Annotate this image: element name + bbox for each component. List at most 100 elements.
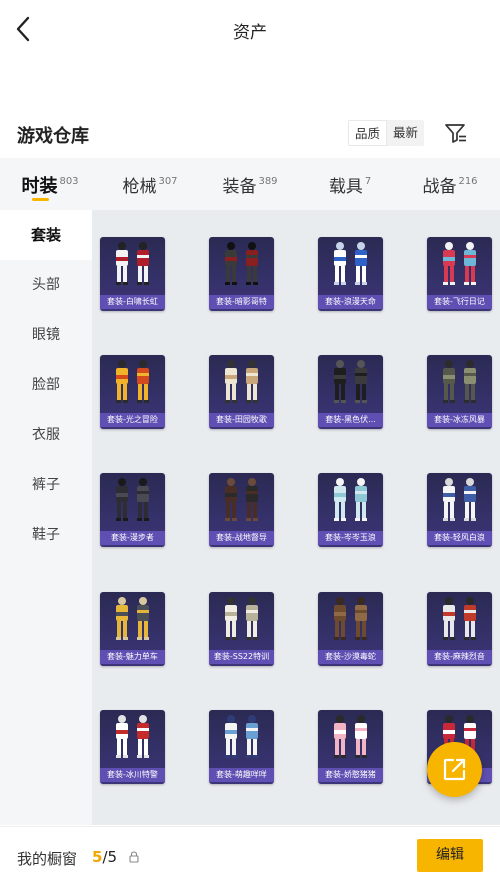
tab-fashion[interactable]: 时装 803 — [0, 158, 100, 210]
item-name: 套装-暗影哥特 — [209, 295, 274, 309]
tab-count: 803 — [59, 176, 79, 187]
tab-count: 7 — [364, 176, 372, 187]
showcase-label: 我的橱窗 — [17, 850, 78, 868]
lock-icon — [129, 851, 139, 863]
tab-label: 枪械 — [122, 177, 157, 197]
item-grid: 套装-白啸长虹 套装-暗影哥特 套装-浪漫天命 套装-飞行日记套装-光之冒险 套装-田园… — [92, 210, 500, 825]
outfit-thumbnail-icon — [443, 242, 476, 285]
outfit-thumbnail-icon — [225, 478, 258, 521]
item-name: 套装-沙漠毒蛇 — [318, 650, 383, 664]
outfit-thumbnail-icon — [334, 597, 367, 640]
sort-toggle: 品质 最新 — [348, 120, 425, 146]
item-tile[interactable]: 套装-冰川特警 — [100, 710, 165, 784]
outfit-thumbnail-icon — [443, 360, 476, 403]
item-tile[interactable]: 套装-田园牧歌 — [209, 355, 274, 429]
outfit-thumbnail-icon — [443, 478, 476, 521]
item-name: 套装-光之冒险 — [100, 413, 165, 427]
item-name: 套装-白啸长虹 — [100, 295, 165, 309]
item-tile[interactable]: 套装-白啸长虹 — [100, 237, 165, 311]
outfit-thumbnail-icon — [334, 360, 367, 403]
item-tile[interactable]: 套装-萌趣咩咩 — [209, 710, 274, 784]
item-tile[interactable]: 套装-冰冻风暴 — [427, 355, 492, 429]
item-tile[interactable]: 套装-漫步者 — [100, 473, 165, 547]
item-name: 套装-浪漫天命 — [318, 295, 383, 309]
item-name: 套装-冰冻风暴 — [427, 413, 492, 427]
sidebar-item-clothes[interactable]: 衣服 — [0, 410, 92, 460]
outfit-thumbnail-icon — [116, 715, 149, 758]
filter-icon — [445, 124, 466, 143]
sort-quality-option[interactable]: 品质 — [348, 120, 388, 146]
tab-label: 时装 — [21, 176, 58, 197]
item-tile[interactable]: 套装-SS22特训 — [209, 592, 274, 666]
category-tabs: 时装 803 枪械 307 装备 389 载具 7 战备 216 — [0, 158, 500, 210]
item-tile[interactable]: 套装-战地督导 — [209, 473, 274, 547]
outfit-thumbnail-icon — [225, 597, 258, 640]
outfit-thumbnail-icon — [116, 597, 149, 640]
item-name: 套装-黑色伏... — [318, 413, 383, 427]
item-name: 套装-岑岑玉浪 — [318, 531, 383, 545]
filter-button[interactable] — [444, 121, 468, 145]
share-out-icon — [443, 758, 466, 781]
sort-latest-option[interactable]: 最新 — [387, 120, 424, 146]
item-tile[interactable]: 套装-沙漠毒蛇 — [318, 592, 383, 666]
sidebar-item-pants[interactable]: 裤子 — [0, 460, 92, 510]
sidebar-item-glasses[interactable]: 眼镜 — [0, 310, 92, 360]
outfit-thumbnail-icon — [225, 360, 258, 403]
sidebar-item-head[interactable]: 头部 — [0, 260, 92, 310]
tab-count: 307 — [158, 176, 178, 187]
outfit-thumbnail-icon — [443, 597, 476, 640]
outfit-thumbnail-icon — [225, 242, 258, 285]
item-tile[interactable]: 套装-麻辣烈音 — [427, 592, 492, 666]
item-tile[interactable]: 套装-暗影哥特 — [209, 237, 274, 311]
item-name: 套装-萌趣咩咩 — [209, 768, 274, 782]
item-name: 套装-田园牧歌 — [209, 413, 274, 427]
item-tile[interactable]: 套装-浪漫天命 — [318, 237, 383, 311]
active-tab-indicator — [32, 198, 49, 201]
tab-count: 389 — [258, 176, 278, 187]
item-tile[interactable]: 套装-飞行日记 — [427, 237, 492, 311]
item-name: 套装-飞行日记 — [427, 295, 492, 309]
item-name: 套装-魅力单车 — [100, 650, 165, 664]
outfit-thumbnail-icon — [116, 242, 149, 285]
tab-guns[interactable]: 枪械 307 — [100, 158, 200, 210]
sidebar-item-suit[interactable]: 套装 — [0, 210, 92, 260]
outfit-thumbnail-icon — [334, 242, 367, 285]
sidebar-item-shoes[interactable]: 鞋子 — [0, 510, 92, 560]
outfit-thumbnail-icon — [116, 360, 149, 403]
tab-equipment[interactable]: 装备 389 — [200, 158, 300, 210]
top-bar: 资产 — [0, 0, 500, 58]
item-name: 套装-漫步者 — [100, 531, 165, 545]
item-tile[interactable]: 套装-岑岑玉浪 — [318, 473, 383, 547]
item-name: 套装-娇憨猪猪 — [318, 768, 383, 782]
item-tile[interactable]: 套装-黑色伏... — [318, 355, 383, 429]
share-fab-button[interactable] — [427, 742, 482, 797]
item-tile[interactable]: 套装-光之冒险 — [100, 355, 165, 429]
outfit-thumbnail-icon — [334, 478, 367, 521]
showcase-count: 5/5 — [92, 848, 117, 866]
tab-vehicles[interactable]: 载具 7 — [300, 158, 400, 210]
item-tile[interactable]: 套装-轻风白浪 — [427, 473, 492, 547]
tab-label: 载具 — [328, 177, 363, 197]
tab-count: 216 — [458, 176, 478, 187]
section-header: 游戏仓库 — [0, 112, 500, 156]
edit-button[interactable]: 编辑 — [417, 839, 483, 872]
showcase-current: 5 — [92, 848, 103, 866]
item-name: 套装-麻辣烈音 — [427, 650, 492, 664]
tab-label: 战备 — [422, 177, 457, 197]
page-title: 资产 — [233, 23, 267, 43]
outfit-thumbnail-icon — [225, 715, 258, 758]
outfit-thumbnail-icon — [334, 715, 367, 758]
outfit-thumbnail-icon — [116, 478, 149, 521]
section-title: 游戏仓库 — [17, 126, 89, 147]
subcategory-sidebar: 套装 头部 眼镜 脸部 衣服 裤子 鞋子 — [0, 210, 92, 825]
tab-label: 装备 — [222, 177, 257, 197]
sidebar-item-face[interactable]: 脸部 — [0, 360, 92, 410]
tab-supplies[interactable]: 战备 216 — [400, 158, 500, 210]
item-name: 套装-战地督导 — [209, 531, 274, 545]
item-name: 套装-SS22特训 — [209, 650, 274, 664]
item-tile[interactable]: 套装-魅力单车 — [100, 592, 165, 666]
item-name: 套装-冰川特警 — [100, 768, 165, 782]
showcase-total: /5 — [102, 848, 118, 866]
item-tile[interactable]: 套装-娇憨猪猪 — [318, 710, 383, 784]
item-name: 套装-轻风白浪 — [427, 531, 492, 545]
